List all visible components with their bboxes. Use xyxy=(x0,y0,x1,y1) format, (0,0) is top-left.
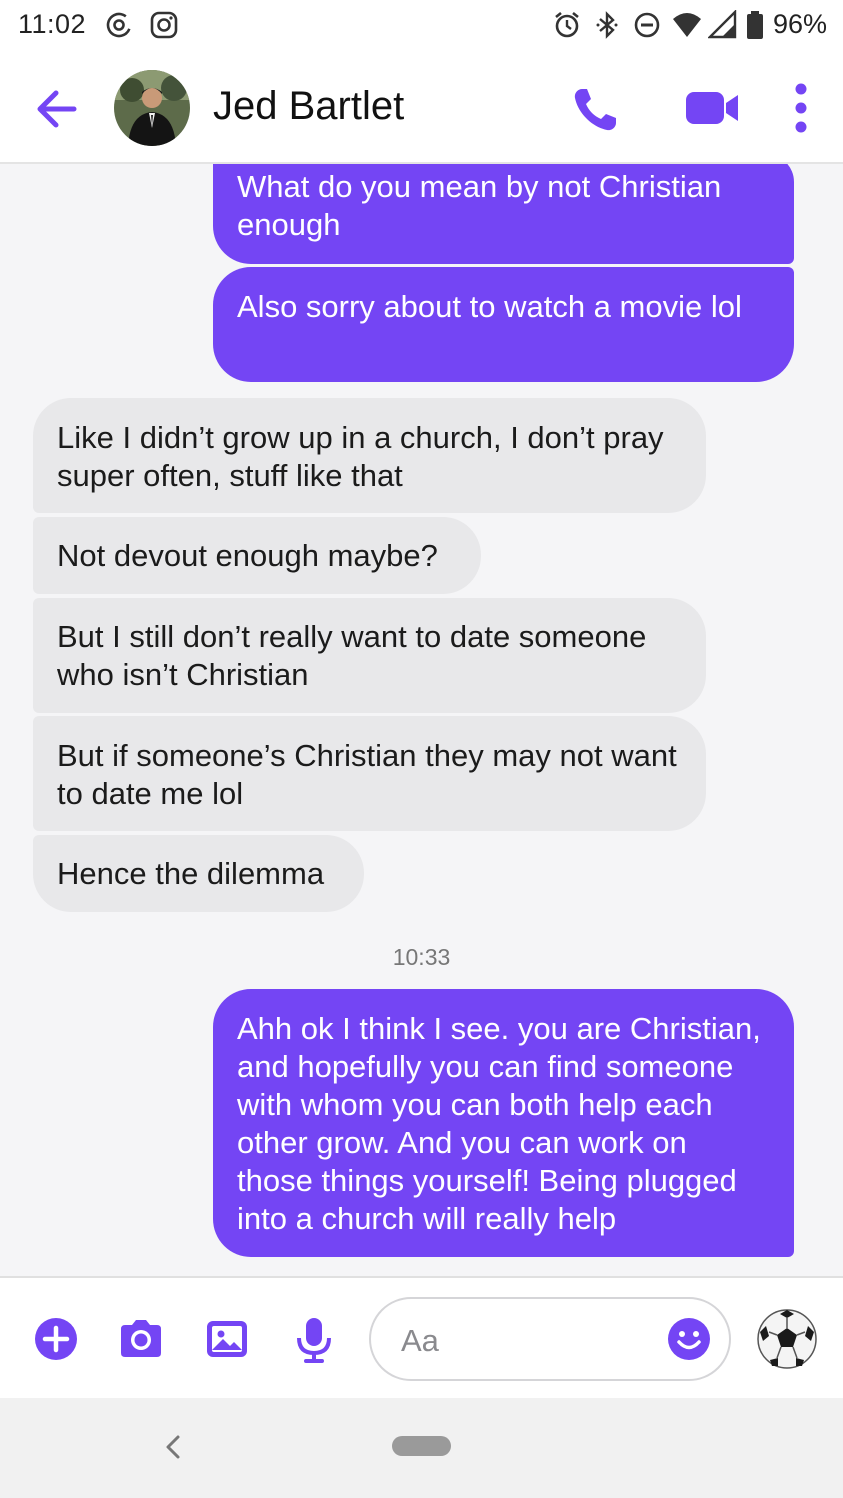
nav-back-icon[interactable] xyxy=(160,1432,186,1462)
phone-call-icon[interactable] xyxy=(568,83,622,137)
message-composer: Aa xyxy=(0,1276,843,1398)
soccer-ball-icon[interactable] xyxy=(756,1308,818,1370)
signal-icon xyxy=(708,10,737,39)
instagram-icon xyxy=(150,11,178,39)
plus-icon[interactable] xyxy=(32,1315,80,1363)
received-message[interactable]: Hence the dilemma xyxy=(33,835,364,912)
alarm-icon xyxy=(555,11,579,38)
message-timestamp: 10:33 xyxy=(392,944,451,970)
contact-avatar[interactable] xyxy=(114,70,190,146)
message-text: Also sorry about to watch a movie lol xyxy=(237,289,742,324)
emoji-icon[interactable] xyxy=(667,1317,711,1361)
video-call-icon[interactable] xyxy=(684,86,742,130)
message-thread[interactable]: What do you mean by not Christian enough… xyxy=(0,164,843,1276)
back-arrow-icon[interactable] xyxy=(30,82,84,136)
contact-name[interactable]: Jed Bartlet xyxy=(213,84,404,129)
sent-message[interactable]: What do you mean by not Christian enough xyxy=(213,164,794,264)
sent-message[interactable]: Also sorry about to watch a movie lol xyxy=(213,267,794,382)
more-options-icon[interactable] xyxy=(786,80,816,136)
received-message[interactable]: Like I didn’t grow up in a church, I don… xyxy=(33,398,706,513)
battery-icon xyxy=(747,11,763,39)
wifi-icon xyxy=(673,13,701,37)
battery-percent: 96% xyxy=(772,9,827,39)
status-bar: 11:02 96% xyxy=(0,0,843,50)
input-placeholder: Aa xyxy=(401,1323,439,1358)
received-message[interactable]: But I still don’t really want to date so… xyxy=(33,598,706,713)
bluetooth-icon xyxy=(596,11,618,39)
received-message[interactable]: Not devout enough maybe? xyxy=(33,517,481,594)
message-text: Hence the dilemma xyxy=(57,856,325,891)
message-input[interactable]: Aa xyxy=(369,1297,731,1381)
message-text: Not devout enough maybe? xyxy=(57,538,438,573)
image-icon[interactable] xyxy=(203,1315,251,1363)
status-time: 11:02 xyxy=(18,9,87,39)
message-text: But I still don’t really want to date so… xyxy=(57,619,647,692)
sent-message[interactable]: Ahh ok I think I see. you are Christian,… xyxy=(213,989,794,1257)
camera-icon[interactable] xyxy=(117,1315,165,1363)
conversation-header: Jed Bartlet xyxy=(0,50,843,164)
at-icon xyxy=(106,12,132,38)
message-text: But if someone’s Christian they may not … xyxy=(57,738,677,811)
nav-home-pill[interactable] xyxy=(392,1436,451,1456)
do-not-disturb-icon xyxy=(634,12,660,38)
system-navigation-bar xyxy=(0,1398,843,1498)
message-text: Like I didn’t grow up in a church, I don… xyxy=(57,420,664,493)
microphone-icon[interactable] xyxy=(290,1315,338,1363)
message-text: What do you mean by not Christian enough xyxy=(237,169,722,242)
received-message[interactable]: But if someone’s Christian they may not … xyxy=(33,716,706,831)
message-text: Ahh ok I think I see. you are Christian,… xyxy=(237,1011,761,1236)
